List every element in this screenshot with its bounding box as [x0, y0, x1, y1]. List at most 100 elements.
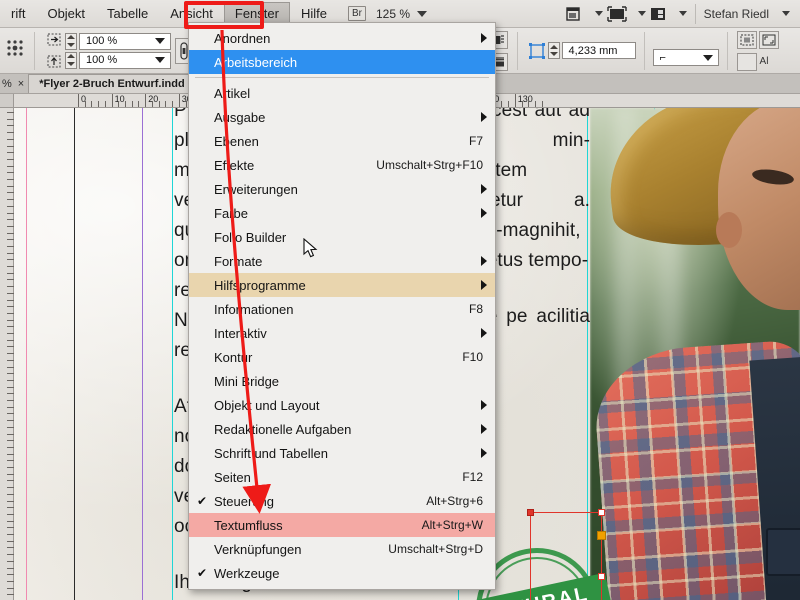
menu-item-artikel[interactable]: Artikel	[189, 81, 495, 105]
menubar-label-fenster: Fenster	[234, 5, 279, 21]
vertical-ruler-tick	[7, 320, 14, 321]
workspace-chevron-icon[interactable]	[678, 11, 687, 16]
reference-point-group	[0, 29, 30, 73]
menu-item-hilfsprogramme[interactable]: Hilfsprogramme	[189, 273, 495, 297]
document-tab[interactable]: *Flyer 2-Bruch Entwurf.indd	[28, 74, 196, 93]
scale-y-stepper[interactable]	[65, 51, 77, 69]
gap-field[interactable]: 4,233 mm	[561, 42, 636, 59]
menu-item-textumfluss[interactable]: Textumfluss Alt+Strg+W	[189, 513, 495, 537]
vertical-ruler-tick	[7, 420, 14, 421]
menu-item-interaktiv[interactable]: Interaktiv	[189, 321, 495, 345]
vertical-ruler-tick	[7, 340, 14, 341]
menubar-item-tabelle[interactable]: Tabelle	[96, 2, 159, 26]
corner-group: ⌐	[649, 29, 723, 73]
scale-x-chevron-down-icon[interactable]	[155, 38, 165, 44]
gap-stepper[interactable]	[547, 42, 560, 59]
menu-item-label: Farbe	[214, 205, 248, 221]
bridge-icon[interactable]: Br	[347, 6, 366, 21]
screen-mode-chevron-icon[interactable]	[594, 11, 603, 16]
selection-handle-right-mid[interactable]	[598, 573, 605, 580]
vertical-ruler-tick	[7, 413, 14, 414]
menubar-item-objekt[interactable]: Objekt	[36, 2, 96, 26]
menu-item-steuerung[interactable]: ✔ Steuerung Alt+Strg+6	[189, 489, 495, 513]
scale-x-stepper[interactable]	[65, 32, 77, 50]
user-chevron-down-icon[interactable]	[782, 11, 790, 16]
view-layout-icon[interactable]	[606, 5, 627, 22]
fit-frame-to-content-icon[interactable]	[758, 30, 779, 49]
menu-item-kontur[interactable]: Kontur F10	[189, 345, 495, 369]
control-divider-1	[34, 31, 35, 70]
menu-item-objekt-und-layout[interactable]: Objekt und Layout	[189, 393, 495, 417]
vertical-ruler-tick	[7, 454, 14, 455]
menu-item-werkzeuge[interactable]: ✔ Werkzeuge	[189, 561, 495, 585]
gap-tool-icon[interactable]	[527, 42, 547, 60]
vertical-ruler-tick	[7, 125, 14, 126]
scale-x-icon	[44, 31, 64, 49]
menu-item-ebenen[interactable]: Ebenen F7	[189, 129, 495, 153]
menu-item-arbeitsbereich[interactable]: Arbeitsbereich	[189, 50, 495, 74]
vertical-ruler-tick	[7, 199, 14, 200]
menu-item-label: Arbeitsbereich	[214, 54, 298, 70]
fenster-dropdown-menu[interactable]: Anordnen Arbeitsbereich Artikel Ausgabe Eben…	[188, 22, 496, 590]
align-objects-icon[interactable]	[736, 52, 757, 71]
menu-item-shortcut: F7	[468, 134, 483, 148]
scale-y-chevron-down-icon[interactable]	[155, 57, 165, 63]
corner-shape-field[interactable]: ⌐	[652, 49, 719, 66]
vertical-ruler-tick	[7, 293, 14, 294]
vertical-ruler-tick	[7, 594, 14, 595]
fit-content-proportionally-icon[interactable]	[736, 30, 757, 49]
menu-item-schrift-und-tabellen[interactable]: Schrift und Tabellen	[189, 441, 495, 465]
menu-item-label: Objekt und Layout	[214, 397, 320, 413]
menu-item-mini-bridge[interactable]: Mini Bridge	[189, 369, 495, 393]
screen-mode-icon[interactable]	[565, 6, 584, 22]
menu-item-erweiterungen[interactable]: Erweiterungen	[189, 177, 495, 201]
selection-frame[interactable]	[527, 509, 606, 600]
chevron-down-icon[interactable]	[417, 10, 427, 17]
vertical-ruler-tick	[7, 186, 14, 187]
menu-item-ausgabe[interactable]: Ausgabe	[189, 105, 495, 129]
guide-bleed-left[interactable]	[26, 108, 27, 600]
ruler-minor-tick	[91, 101, 93, 107]
menu-item-informationen[interactable]: Informationen F8	[189, 297, 495, 321]
menu-item-label: Steuerung	[214, 493, 274, 509]
menu-item-redaktionelle-aufgaben[interactable]: Redaktionelle Aufgaben	[189, 417, 495, 441]
scale-y-field[interactable]: 100 %	[79, 51, 171, 69]
vertical-ruler-tick	[7, 373, 14, 374]
vertical-ruler-tick	[7, 407, 14, 408]
menu-item-seiten[interactable]: Seiten F12	[189, 465, 495, 489]
view-layout-chevron-icon[interactable]	[637, 11, 646, 16]
ruler-corner[interactable]	[0, 94, 14, 107]
scale-icons	[43, 30, 65, 72]
vertical-ruler-tick	[7, 474, 14, 475]
ruler-minor-tick	[98, 101, 100, 107]
menu-item-verkn-pfungen[interactable]: Verknüpfungen Umschalt+Strg+D	[189, 537, 495, 561]
vertical-ruler-tick	[7, 561, 14, 562]
corner-chevron-down-icon[interactable]	[702, 54, 713, 61]
submenu-arrow-icon	[481, 280, 487, 290]
scale-x-field[interactable]: 100 %	[79, 32, 171, 50]
menu-item-folio-builder[interactable]: Folio Builder	[189, 225, 495, 249]
farmer-photo[interactable]	[590, 108, 800, 600]
guide-margin-left[interactable]	[142, 108, 143, 600]
close-icon[interactable]: ×	[18, 78, 24, 90]
menu-item-anordnen[interactable]: Anordnen	[189, 26, 495, 50]
guide-column-left[interactable]	[172, 108, 173, 600]
align-label: Al	[759, 56, 769, 67]
vertical-ruler-tick	[7, 246, 14, 247]
user-name-label[interactable]: Stefan Riedl	[704, 7, 769, 21]
corner-stack: ⌐	[652, 35, 719, 66]
vertical-ruler-tick	[7, 346, 14, 347]
reference-point-icon[interactable]	[4, 37, 26, 64]
vertical-ruler[interactable]	[0, 108, 14, 600]
text-wrap-handle[interactable]	[597, 531, 606, 540]
selection-handle-top-right[interactable]	[598, 509, 605, 516]
align-row: Al	[736, 52, 780, 72]
workspace-switcher-icon[interactable]	[650, 6, 668, 22]
menubar-item-schrift[interactable]: rift	[0, 2, 36, 26]
menu-item-effekte[interactable]: Effekte Umschalt+Strg+F10	[189, 153, 495, 177]
vertical-ruler-tick	[7, 514, 14, 515]
selection-handle-top-left[interactable]	[527, 509, 534, 516]
menu-item-farbe[interactable]: Farbe	[189, 201, 495, 225]
zoom-level-value[interactable]: 125 %	[376, 7, 410, 21]
menu-item-formate[interactable]: Formate	[189, 249, 495, 273]
